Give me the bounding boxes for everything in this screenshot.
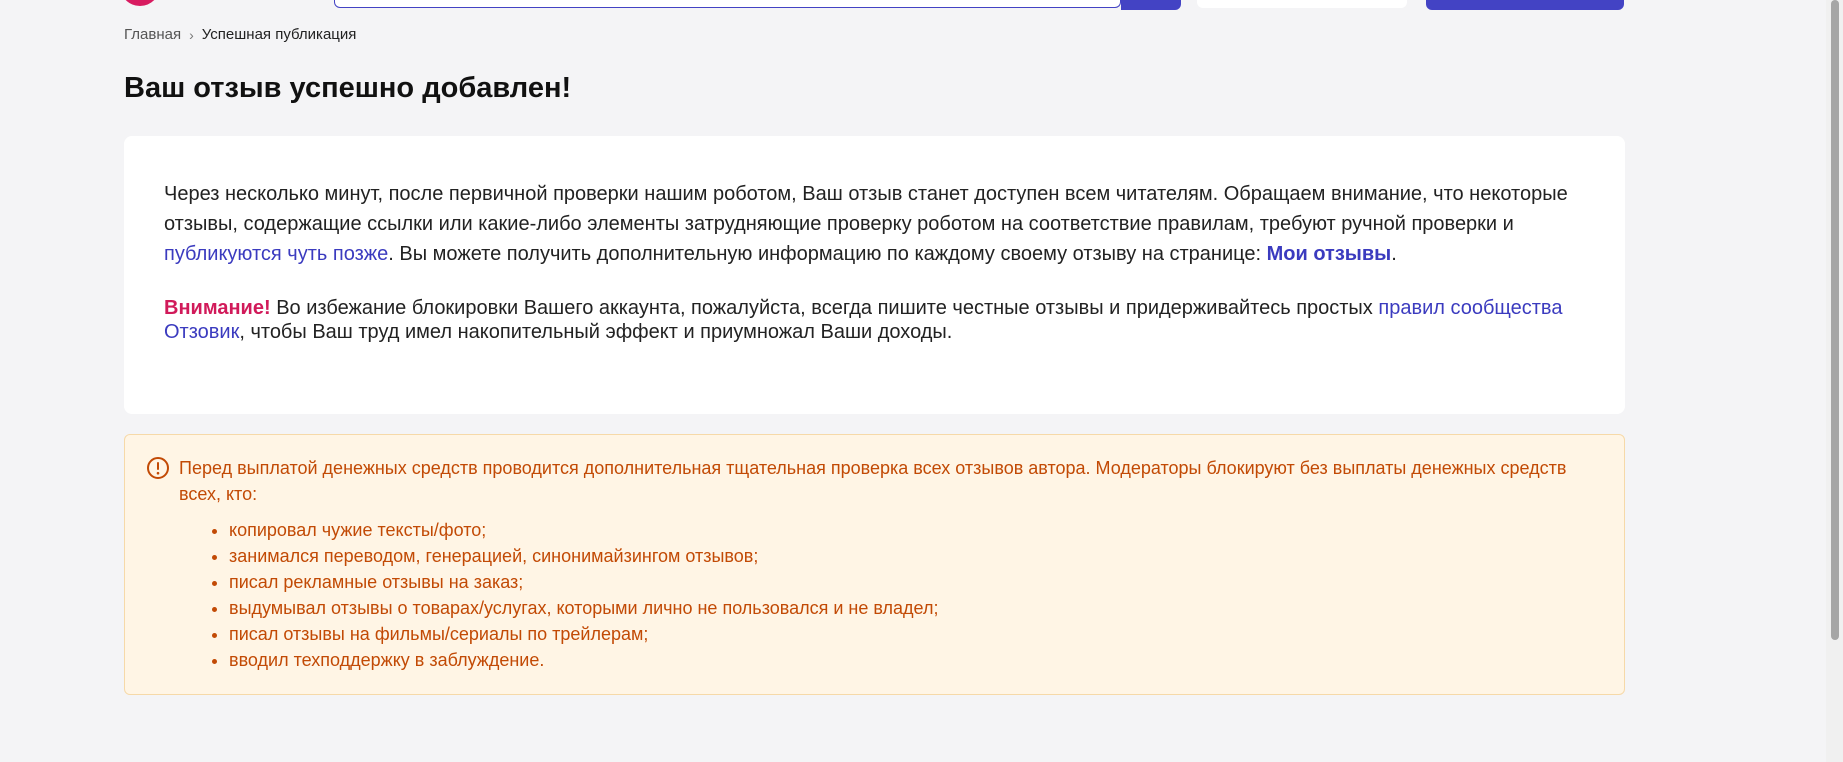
warning-text-a: Во избежание блокировки Вашего аккаунта,… [270, 297, 1379, 319]
info-text-c: . [1391, 243, 1397, 265]
vertical-scrollbar[interactable] [1826, 0, 1843, 762]
exclamation-circle-icon [146, 456, 170, 480]
notice-list-item: вводил техподдержку в заблуждение. [229, 647, 1584, 673]
search-button[interactable] [1121, 0, 1181, 10]
notice-list-item: выдумывал отзывы о товарах/услугах, кото… [229, 595, 1584, 621]
warning-paragraph: Внимание! Во избежание блокировки Вашего… [164, 296, 1585, 344]
page: Главная › Успешная публикация Ваш отзыв … [0, 0, 1843, 762]
notice-list: копировал чужие тексты/фото; занимался п… [179, 517, 1584, 673]
info-text-a: Через несколько минут, после первичной п… [164, 183, 1568, 235]
search-input[interactable] [334, 0, 1121, 8]
notice-text: Перед выплатой денежных средств проводит… [179, 458, 1567, 504]
breadcrumb: Главная › Успешная публикация [124, 26, 356, 43]
notice-list-item: копировал чужие тексты/фото; [229, 517, 1584, 543]
page-title: Ваш отзыв успешно добавлен! [124, 72, 572, 104]
login-field[interactable] [1197, 0, 1407, 8]
info-text-b: . Вы можете получить дополнительную инфо… [388, 243, 1267, 265]
warning-text-b: , чтобы Ваш труд имел накопительный эффе… [239, 321, 953, 343]
breadcrumb-current: Успешная публикация [201, 26, 357, 43]
my-reviews-link[interactable]: Мои отзывы [1267, 243, 1392, 265]
notice-list-item: писал отзывы на фильмы/сериалы по трейле… [229, 621, 1584, 647]
breadcrumb-separator: › [189, 26, 194, 43]
payout-notice: Перед выплатой денежных средств проводит… [124, 434, 1625, 695]
scrollbar-thumb[interactable] [1831, 0, 1839, 640]
add-review-button[interactable] [1426, 0, 1624, 10]
breadcrumb-home-link[interactable]: Главная [124, 26, 181, 43]
notice-list-item: писал рекламные отзывы на заказ; [229, 569, 1584, 595]
published-later-link[interactable]: публикуются чуть позже [164, 243, 388, 265]
site-logo[interactable] [120, 0, 160, 6]
success-card: Через несколько минут, после первичной п… [124, 136, 1625, 414]
notice-list-item: занимался переводом, генерацией, синоним… [229, 543, 1584, 569]
attention-label: Внимание! [164, 297, 271, 319]
info-paragraph: Через несколько минут, после первичной п… [164, 179, 1585, 269]
